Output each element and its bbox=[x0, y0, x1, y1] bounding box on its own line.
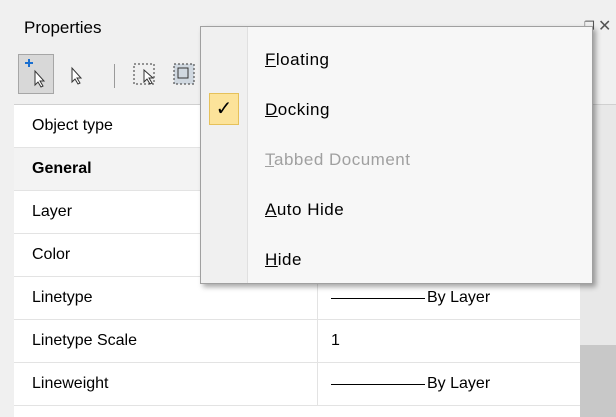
docking-context-menu: Floating ✓ Docking Tabbed Document Auto … bbox=[200, 26, 593, 284]
menu-item-floating[interactable]: Floating bbox=[201, 35, 592, 85]
select-objects-icon bbox=[71, 66, 83, 85]
checkmark-icon: ✓ bbox=[209, 93, 239, 125]
menu-item-label: Docking bbox=[265, 100, 330, 119]
property-value[interactable]: 1 bbox=[319, 320, 580, 362]
close-icon[interactable]: ✕ bbox=[598, 16, 611, 36]
toolbar-separator bbox=[114, 64, 115, 88]
quick-select-button[interactable] bbox=[18, 54, 54, 94]
select-objects-button[interactable] bbox=[58, 54, 94, 94]
property-row-lineweight[interactable]: Lineweight By Layer bbox=[14, 363, 580, 406]
menu-item-label: Hide bbox=[265, 250, 302, 269]
scrollbar-thumb[interactable] bbox=[580, 345, 616, 417]
menu-item-label: Auto Hide bbox=[265, 200, 345, 219]
menu-item-docking[interactable]: ✓ Docking bbox=[201, 85, 592, 135]
quick-select-icon bbox=[25, 59, 46, 88]
property-name: Linetype Scale bbox=[14, 320, 318, 362]
menu-item-label: Floating bbox=[265, 50, 330, 69]
select-window-icon bbox=[133, 63, 155, 85]
menu-item-auto-hide[interactable]: Auto Hide bbox=[201, 185, 592, 235]
menu-item-label: Tabbed Document bbox=[265, 150, 411, 169]
linetype-sample bbox=[331, 298, 425, 299]
menu-item-hide[interactable]: Hide bbox=[201, 235, 592, 285]
menu-item-tabbed-document[interactable]: Tabbed Document bbox=[201, 135, 592, 185]
panel-title: Properties bbox=[24, 18, 102, 37]
property-row-linetype-scale[interactable]: Linetype Scale 1 bbox=[14, 320, 580, 363]
lineweight-value-text: By Layer bbox=[427, 375, 491, 392]
property-name: Lineweight bbox=[14, 363, 318, 405]
select-window-button[interactable] bbox=[128, 54, 164, 94]
lineweight-sample bbox=[331, 384, 425, 385]
property-value[interactable]: By Layer bbox=[319, 363, 580, 405]
